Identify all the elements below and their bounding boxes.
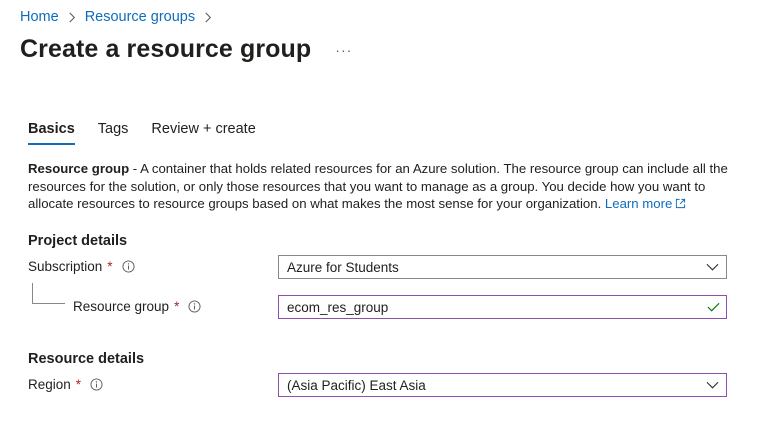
page-title: Create a resource group	[20, 35, 312, 63]
chevron-down-icon	[706, 381, 719, 389]
info-icon[interactable]	[188, 300, 201, 313]
subscription-label-text: Subscription	[28, 259, 103, 274]
region-dropdown[interactable]: (Asia Pacific) East Asia	[278, 373, 727, 397]
subscription-label: Subscription *	[28, 259, 135, 274]
subscription-value: Azure for Students	[287, 259, 399, 275]
learn-more-link[interactable]: Learn more	[605, 196, 686, 211]
chevron-down-icon	[706, 263, 719, 271]
info-icon[interactable]	[90, 378, 103, 391]
resource-group-description: Resource group - A container that holds …	[28, 160, 728, 213]
tab-tags[interactable]: Tags	[98, 121, 129, 145]
title-row: Create a resource group ···	[20, 35, 352, 64]
description-bold-term: Resource group	[28, 161, 130, 176]
resource-group-label-text: Resource group	[73, 299, 170, 314]
region-label: Region *	[28, 377, 103, 392]
resource-group-value: ecom_res_group	[287, 299, 389, 315]
tab-basics[interactable]: Basics	[28, 121, 75, 145]
checkmark-icon	[707, 302, 720, 312]
resource-group-input[interactable]: ecom_res_group	[278, 295, 727, 319]
more-options-button[interactable]: ···	[335, 42, 352, 58]
external-link-icon	[676, 198, 686, 209]
subscription-dropdown[interactable]: Azure for Students	[278, 255, 727, 279]
chevron-right-icon	[204, 12, 212, 23]
region-label-text: Region	[28, 377, 71, 392]
breadcrumb: Home Resource groups	[20, 9, 221, 25]
required-asterisk: *	[174, 299, 180, 314]
info-icon[interactable]	[122, 260, 135, 273]
tab-review-create[interactable]: Review + create	[151, 121, 255, 145]
chevron-right-icon	[68, 12, 76, 23]
resource-details-heading: Resource details	[28, 351, 145, 367]
learn-more-label: Learn more	[604, 196, 673, 211]
project-details-heading: Project details	[28, 233, 128, 249]
breadcrumb-resource-groups-link[interactable]: Resource groups	[85, 9, 195, 25]
resource-group-label: Resource group *	[73, 299, 201, 314]
breadcrumb-home-link[interactable]: Home	[20, 9, 59, 25]
required-asterisk: *	[107, 259, 113, 274]
required-asterisk: *	[75, 377, 82, 392]
region-value: (Asia Pacific) East Asia	[287, 377, 426, 393]
tab-bar: Basics Tags Review + create	[28, 121, 279, 145]
tree-connector-line	[32, 283, 65, 304]
